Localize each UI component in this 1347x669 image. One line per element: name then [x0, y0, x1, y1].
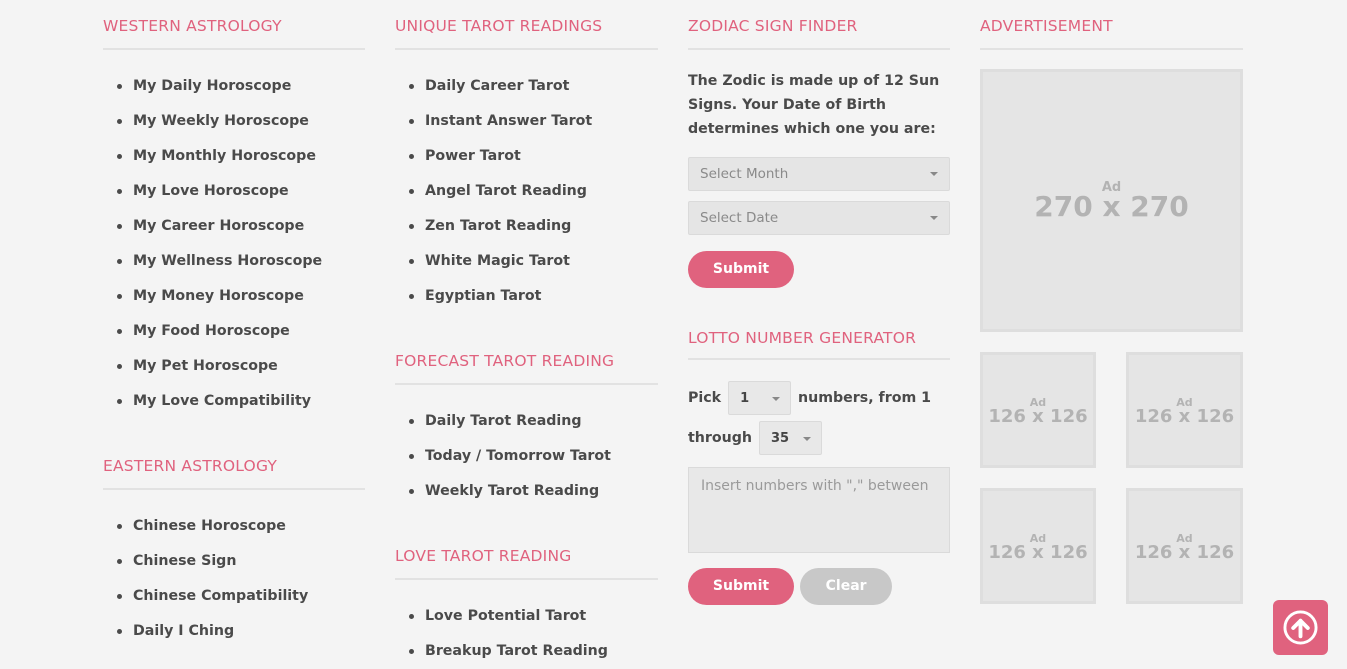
chevron-down-icon [772, 397, 781, 401]
ad-placeholder-large[interactable]: Ad 270 x 270 [980, 69, 1243, 332]
forecast-tarot-title: FORECAST TAROT READING [395, 335, 658, 385]
month-select[interactable]: Select Month [688, 157, 950, 191]
lotto-through-row: through 35 [688, 421, 950, 455]
zodiac-finder-title: ZODIAC SIGN FINDER [688, 0, 950, 50]
list-item[interactable]: Daily Tarot Reading [395, 410, 658, 445]
through-value: 35 [770, 431, 790, 446]
scroll-top-button[interactable] [1273, 600, 1328, 655]
tools-column: ZODIAC SIGN FINDER The Zodic is made up … [688, 0, 950, 605]
ad-placeholder-small[interactable]: Ad 126 x 126 [980, 488, 1096, 604]
ad-size-label: 126 x 126 [1134, 406, 1235, 427]
ad-placeholder-small[interactable]: Ad 126 x 126 [1126, 352, 1243, 468]
tarot-column: UNIQUE TAROT READINGS Daily Career Tarot… [395, 0, 658, 669]
list-item[interactable]: Power Tarot [395, 145, 658, 180]
arrow-up-circle-icon [1283, 610, 1318, 645]
zodiac-submit-button[interactable]: Submit [688, 251, 794, 288]
through-label: through [688, 430, 752, 446]
list-item[interactable]: My Monthly Horoscope [103, 145, 365, 180]
eastern-astrology-title: EASTERN ASTROLOGY [103, 440, 365, 490]
lotto-pick-row: Pick 1 numbers, from 1 [688, 381, 950, 415]
list-item[interactable]: Chinese Sign [103, 550, 365, 585]
list-item[interactable]: Love Potential Tarot [395, 605, 658, 640]
list-item[interactable]: My Love Horoscope [103, 180, 365, 215]
western-astrology-title: WESTERN ASTROLOGY [103, 0, 365, 50]
lotto-submit-button[interactable]: Submit [688, 568, 794, 605]
love-tarot-title: LOVE TAROT READING [395, 530, 658, 580]
forecast-tarot-list: Daily Tarot Reading Today / Tomorrow Tar… [395, 410, 658, 515]
zodiac-finder-description: The Zodic is made up of 12 Sun Signs. Yo… [688, 73, 940, 137]
lotto-clear-button[interactable]: Clear [800, 568, 893, 605]
ad-placeholder-small[interactable]: Ad 126 x 126 [980, 352, 1096, 468]
list-item[interactable]: My Career Horoscope [103, 215, 365, 250]
list-item[interactable]: Today / Tomorrow Tarot [395, 445, 658, 480]
list-item[interactable]: My Daily Horoscope [103, 75, 365, 110]
ad-size-label: 270 x 270 [1034, 190, 1189, 223]
eastern-astrology-list: Chinese Horoscope Chinese Sign Chinese C… [103, 515, 365, 655]
list-item[interactable]: Angel Tarot Reading [395, 180, 658, 215]
unique-tarot-title: UNIQUE TAROT READINGS [395, 0, 658, 50]
list-item[interactable]: Instant Answer Tarot [395, 110, 658, 145]
list-item[interactable]: My Money Horoscope [103, 285, 365, 320]
advertisement-column: ADVERTISEMENT Ad 270 x 270 Ad 126 x 126 … [980, 0, 1243, 669]
ad-size-label: 126 x 126 [988, 406, 1088, 427]
lotto-actions: Submit Clear [688, 568, 950, 605]
pick-label: Pick [688, 390, 722, 406]
list-item[interactable]: My Weekly Horoscope [103, 110, 365, 145]
list-item[interactable]: Daily Career Tarot [395, 75, 658, 110]
chevron-down-icon [802, 437, 811, 441]
chevron-down-icon [930, 216, 938, 220]
pick-count-select[interactable]: 1 [728, 381, 792, 415]
list-item[interactable]: Weekly Tarot Reading [395, 480, 658, 515]
western-astrology-column: WESTERN ASTROLOGY My Daily Horoscope My … [103, 0, 365, 655]
list-item[interactable]: Daily I Ching [103, 620, 365, 655]
western-astrology-list: My Daily Horoscope My Weekly Horoscope M… [103, 75, 365, 425]
list-item[interactable]: Chinese Horoscope [103, 515, 365, 550]
list-item[interactable]: My Love Compatibility [103, 390, 365, 425]
list-item[interactable]: My Pet Horoscope [103, 355, 365, 390]
ad-placeholder-small[interactable]: Ad 126 x 126 [1126, 488, 1243, 604]
lotto-numbers-input[interactable] [688, 467, 950, 553]
numbers-from-label: numbers, from 1 [798, 390, 932, 406]
love-tarot-list: Love Potential Tarot Breakup Tarot Readi… [395, 605, 658, 669]
list-item[interactable]: Breakup Tarot Reading [395, 640, 658, 669]
pick-count-value: 1 [740, 391, 750, 406]
list-item[interactable]: Chinese Compatibility [103, 585, 365, 620]
through-select[interactable]: 35 [758, 421, 822, 455]
ad-size-label: 126 x 126 [1134, 542, 1235, 563]
list-item[interactable]: My Food Horoscope [103, 320, 365, 355]
list-item[interactable]: My Wellness Horoscope [103, 250, 365, 285]
date-select-label: Select Date [700, 210, 779, 226]
list-item[interactable]: Zen Tarot Reading [395, 215, 658, 250]
chevron-down-icon [930, 172, 938, 176]
list-item[interactable]: Egyptian Tarot [395, 285, 658, 320]
month-select-label: Select Month [700, 166, 789, 182]
lotto-title: LOTTO NUMBER GENERATOR [688, 308, 950, 360]
unique-tarot-list: Daily Career Tarot Instant Answer Tarot … [395, 75, 658, 320]
advertisement-title: ADVERTISEMENT [980, 0, 1243, 50]
ad-size-label: 126 x 126 [988, 542, 1088, 563]
date-select[interactable]: Select Date [688, 201, 950, 235]
list-item[interactable]: White Magic Tarot [395, 250, 658, 285]
